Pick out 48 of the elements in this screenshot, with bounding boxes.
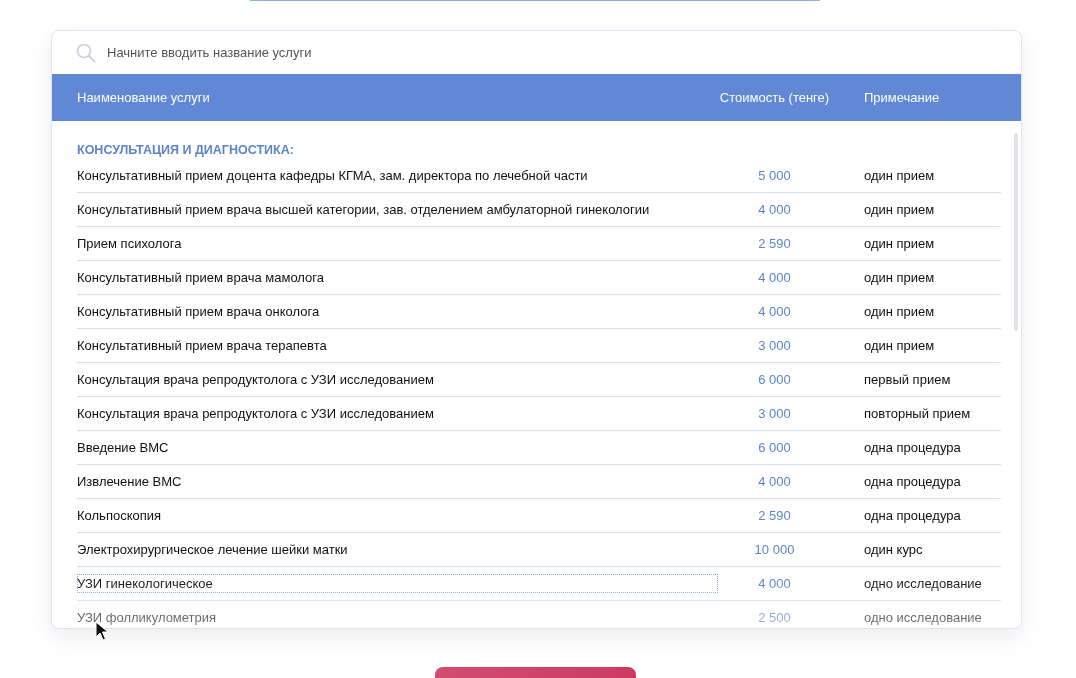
note-cell-text: один прием bbox=[863, 304, 936, 319]
service-name: УЗИ гинекологическое bbox=[77, 574, 718, 593]
note-cell-text: один прием bbox=[863, 270, 936, 285]
service-name: Консультативный прием врача онколога bbox=[77, 303, 321, 321]
service-name: УЗИ фолликулометрия bbox=[77, 609, 218, 627]
price-cell-text: 4 000 bbox=[757, 304, 792, 319]
service-name: Электрохирургическое лечение шейки матки bbox=[77, 541, 349, 559]
search-icon bbox=[76, 42, 96, 63]
column-header: Стоимость (тенге) bbox=[718, 90, 831, 105]
price-cell-text: 4 000 bbox=[757, 202, 792, 217]
service-name: Введение ВМС bbox=[77, 439, 170, 457]
price-cell-text: 5 000 bbox=[757, 168, 792, 183]
note-cell-text: первый прием bbox=[863, 372, 952, 387]
note-cell-text: один курс bbox=[863, 542, 924, 557]
search-field[interactable]: Начните вводить название услуги bbox=[105, 44, 609, 61]
service-name: Консультация врача репродуктолога с УЗИ исследованием bbox=[77, 371, 435, 389]
service-name: Прием психолога bbox=[77, 235, 183, 253]
note-cell-text: повторный прием bbox=[863, 406, 972, 421]
category-title: КОНСУЛЬТАЦИЯ И ДИАГНОСТИКА: bbox=[77, 142, 295, 159]
service-name: Консультативный прием врача терапевта bbox=[77, 337, 328, 355]
price-cell-text: 4 000 bbox=[757, 270, 792, 285]
column-header: Наименование услуги bbox=[77, 90, 211, 105]
service-name: Консультативный прием врача мамолога bbox=[77, 269, 325, 287]
note-cell-text: одна процедура bbox=[863, 440, 962, 455]
service-name: Извлечение ВМС bbox=[77, 473, 183, 491]
column-header: Примечание bbox=[863, 90, 941, 105]
note-cell-text: одно исследование bbox=[863, 576, 983, 591]
price-cell-text: 3 000 bbox=[757, 338, 792, 353]
note-cell-text: одно исследование bbox=[863, 610, 983, 625]
note-cell-text: одна процедура bbox=[863, 508, 962, 523]
price-cell-text: 6 000 bbox=[757, 372, 792, 387]
note-cell-text: один прием bbox=[863, 236, 936, 251]
price-cell-text: 2 590 bbox=[757, 236, 792, 251]
service-name: Консультация врача репродуктолога с УЗИ исследованием bbox=[77, 405, 435, 423]
service-name: Консультативный прием доцента кафедры КГМА, зам. директора по лечебной части bbox=[77, 167, 589, 185]
price-cell-text: 6 000 bbox=[757, 440, 792, 455]
price-cell-text: 2 500 bbox=[757, 610, 792, 625]
price-cell-text: 4 000 bbox=[757, 576, 792, 591]
price-cell-text: 2 590 bbox=[757, 508, 792, 523]
note-cell-text: один прием bbox=[863, 338, 936, 353]
service-name: Консультативный прием врача высшей категории, зав. отделением амбулаторной гинекологии bbox=[77, 201, 651, 219]
note-cell-text: один прием bbox=[863, 202, 936, 217]
note-cell-text: один прием bbox=[863, 168, 936, 183]
price-cell-text: 10 000 bbox=[753, 542, 796, 557]
service-name: Кольпоскопия bbox=[77, 507, 163, 525]
price-cell-text: 4 000 bbox=[757, 474, 792, 489]
price-cell-text: 3 000 bbox=[757, 406, 792, 421]
note-cell-text: одна процедура bbox=[863, 474, 962, 489]
